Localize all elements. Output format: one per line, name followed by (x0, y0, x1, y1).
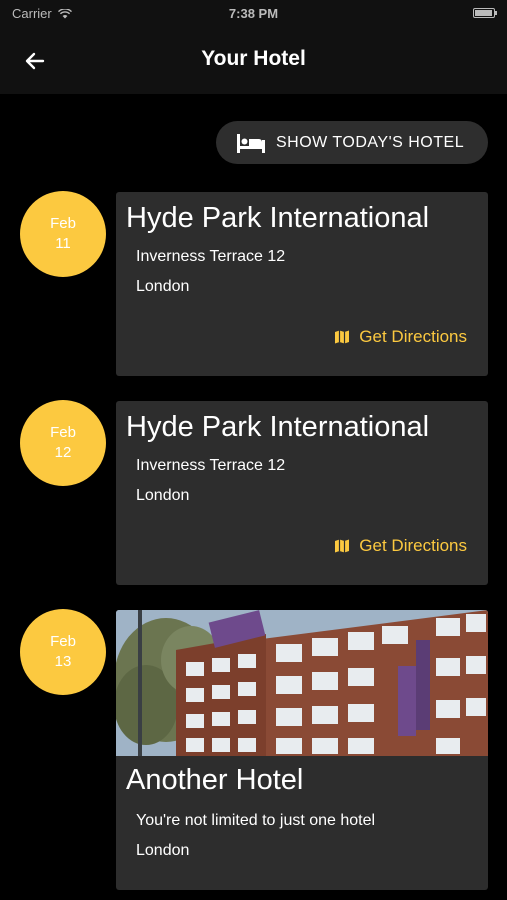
hotel-name: Hyde Park International (126, 202, 430, 234)
date-month: Feb (50, 633, 76, 650)
date-bubble: Feb 13 (20, 609, 106, 695)
date-month: Feb (50, 215, 76, 232)
hotel-name: Another Hotel (126, 764, 304, 796)
get-directions-label: Get Directions (359, 327, 467, 346)
hotel-city: London (136, 487, 190, 504)
date-day: 13 (54, 653, 72, 670)
hotel-address: Inverness Terrace 12 (136, 248, 286, 265)
get-directions-link[interactable]: Get Directions (334, 536, 467, 556)
nav-bar: Your Hotel (0, 28, 507, 94)
hotel-city: London (136, 278, 190, 295)
date-day: 12 (54, 444, 72, 461)
date-month: Feb (50, 424, 76, 441)
hotel-description: You're not limited to just one hotel (136, 812, 376, 829)
battery-icon (473, 8, 497, 18)
hotel-photo (116, 610, 488, 756)
page-title: Your Hotel (201, 47, 306, 70)
hotel-card[interactable]: Another Hotel You're not limited to just… (116, 610, 488, 890)
show-todays-hotel-label: SHOW TODAY'S HOTEL (276, 133, 465, 151)
map-icon (335, 330, 350, 344)
date-day: 11 (55, 235, 71, 252)
map-icon (335, 539, 350, 553)
date-bubble: Feb 11 (20, 191, 106, 277)
get-directions-link[interactable]: Get Directions (334, 327, 467, 347)
hotel-city: London (136, 842, 190, 859)
hotel-card[interactable]: Hyde Park International Inverness Terrac… (116, 192, 488, 376)
bed-icon (237, 133, 265, 153)
status-bar: Carrier 7:38 PM (0, 0, 507, 28)
hotel-name: Hyde Park International (126, 411, 430, 443)
get-directions-label: Get Directions (359, 536, 467, 555)
hotel-address: Inverness Terrace 12 (136, 457, 286, 474)
hotel-building-image (116, 610, 488, 756)
status-time: 7:38 PM (228, 6, 279, 21)
hotel-card[interactable]: Hyde Park International Inverness Terrac… (116, 401, 488, 585)
show-todays-hotel-button[interactable]: SHOW TODAY'S HOTEL (216, 121, 488, 164)
date-bubble: Feb 12 (20, 400, 106, 486)
